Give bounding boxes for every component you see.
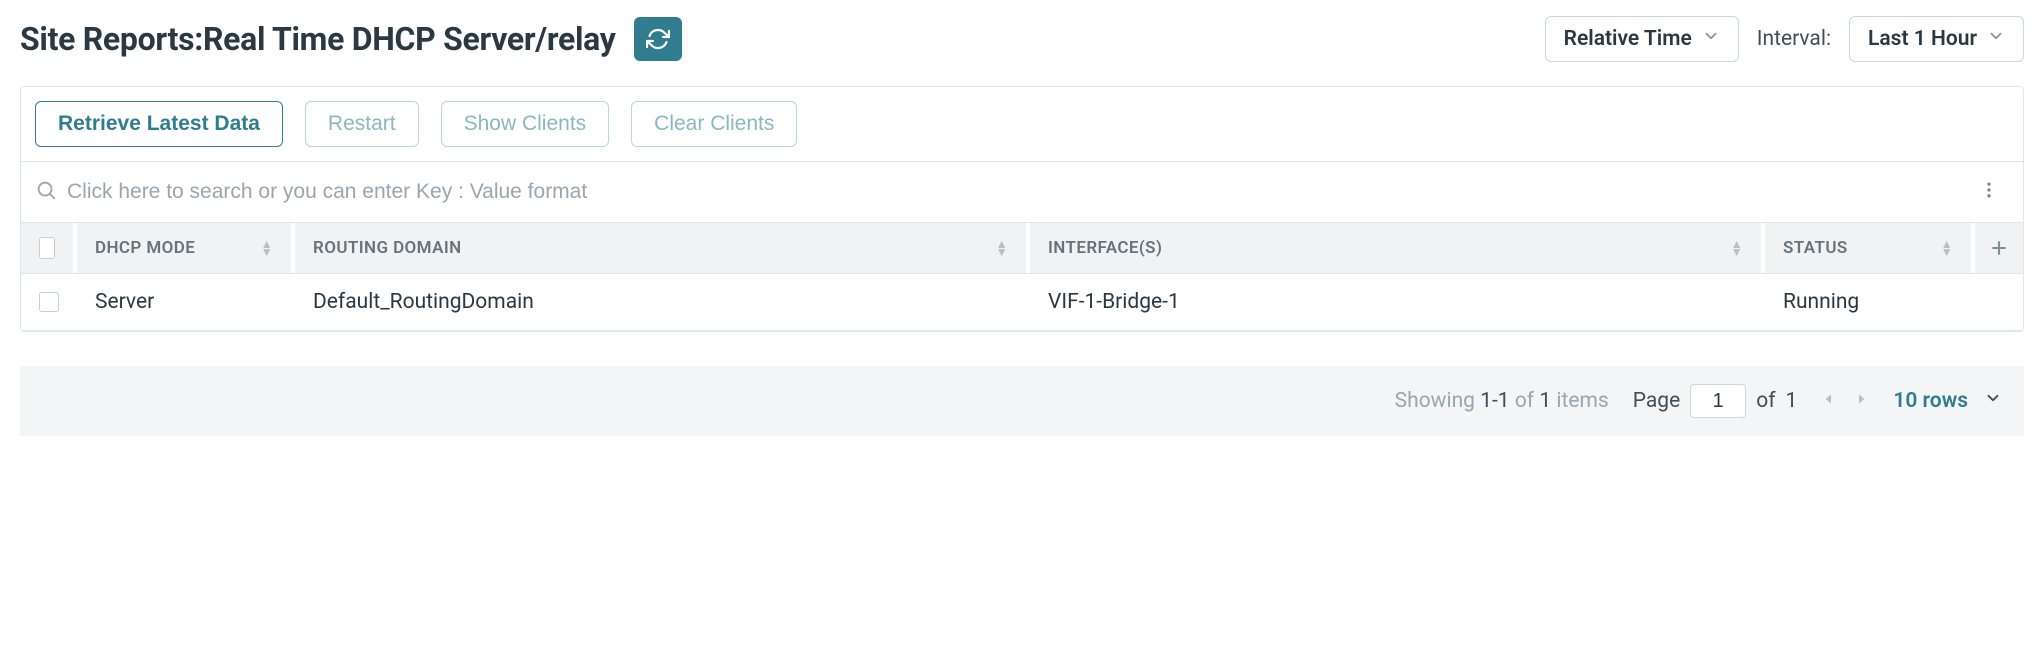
showing-prefix: Showing [1395,389,1475,413]
showing-range: 1-1 [1480,389,1509,413]
time-mode-label: Relative Time [1564,27,1692,51]
page-number-input[interactable] [1690,384,1746,418]
prev-page-button[interactable] [1821,389,1837,413]
column-header-domain[interactable]: ROUTING DOMAIN ▲▼ [295,223,1030,273]
column-label: INTERFACE(S) [1048,238,1162,258]
refresh-button[interactable] [634,17,682,61]
column-header-status[interactable]: STATUS ▲▼ [1765,223,1975,273]
clear-clients-button[interactable]: Clear Clients [631,101,797,147]
cell-domain: Default_RoutingDomain [295,274,1030,330]
interval-label: Interval: [1757,27,1831,51]
search-input[interactable] [67,180,1969,204]
items-label: items [1556,389,1608,413]
retrieve-button[interactable]: Retrieve Latest Data [35,101,283,147]
column-label: STATUS [1783,238,1848,258]
interval-dropdown[interactable]: Last 1 Hour [1849,16,2024,62]
rows-label: 10 rows [1893,389,1968,413]
chevron-down-icon [1702,27,1720,51]
select-all-checkbox[interactable] [39,237,55,259]
of-label: of [1515,389,1534,413]
table-row[interactable]: Server Default_RoutingDomain VIF-1-Bridg… [21,274,2023,331]
interval-value: Last 1 Hour [1868,27,1977,51]
row-checkbox[interactable] [39,292,59,312]
time-mode-dropdown[interactable]: Relative Time [1545,16,1739,62]
refresh-icon [646,27,670,51]
sort-icon: ▲▼ [1941,240,1953,256]
page-title: Site Reports:Real Time DHCP Server/relay [20,20,616,58]
of-label-2: of [1756,389,1775,413]
rows-per-page-dropdown[interactable]: 10 rows [1893,389,2002,413]
cell-mode: Server [77,274,295,330]
next-page-button[interactable] [1853,389,1869,413]
cell-status: Running [1765,274,1975,330]
restart-button[interactable]: Restart [305,101,419,147]
table-header: DHCP MODE ▲▼ ROUTING DOMAIN ▲▼ INTERFACE… [21,223,2023,274]
total-pages: 1 [1786,389,1798,413]
pagination-bar: Showing 1-1 of 1 items Page of 1 10 rows [20,366,2024,436]
column-header-mode[interactable]: DHCP MODE ▲▼ [77,223,295,273]
page-label: Page [1633,389,1681,413]
add-column-button[interactable] [1975,223,2023,273]
sort-icon: ▲▼ [1731,240,1743,256]
more-options-button[interactable] [1969,172,2009,212]
sort-icon: ▲▼ [996,240,1008,256]
search-icon [35,179,57,205]
column-label: ROUTING DOMAIN [313,238,462,258]
column-label: DHCP MODE [95,238,195,258]
chevron-down-icon [1984,389,2002,413]
chevron-down-icon [1987,27,2005,51]
sort-icon: ▲▼ [261,240,273,256]
total-items: 1 [1539,389,1551,413]
show-clients-button[interactable]: Show Clients [441,101,610,147]
action-bar: Retrieve Latest Data Restart Show Client… [21,87,2023,162]
column-header-interface[interactable]: INTERFACE(S) ▲▼ [1030,223,1765,273]
cell-interface: VIF-1-Bridge-1 [1030,274,1765,330]
